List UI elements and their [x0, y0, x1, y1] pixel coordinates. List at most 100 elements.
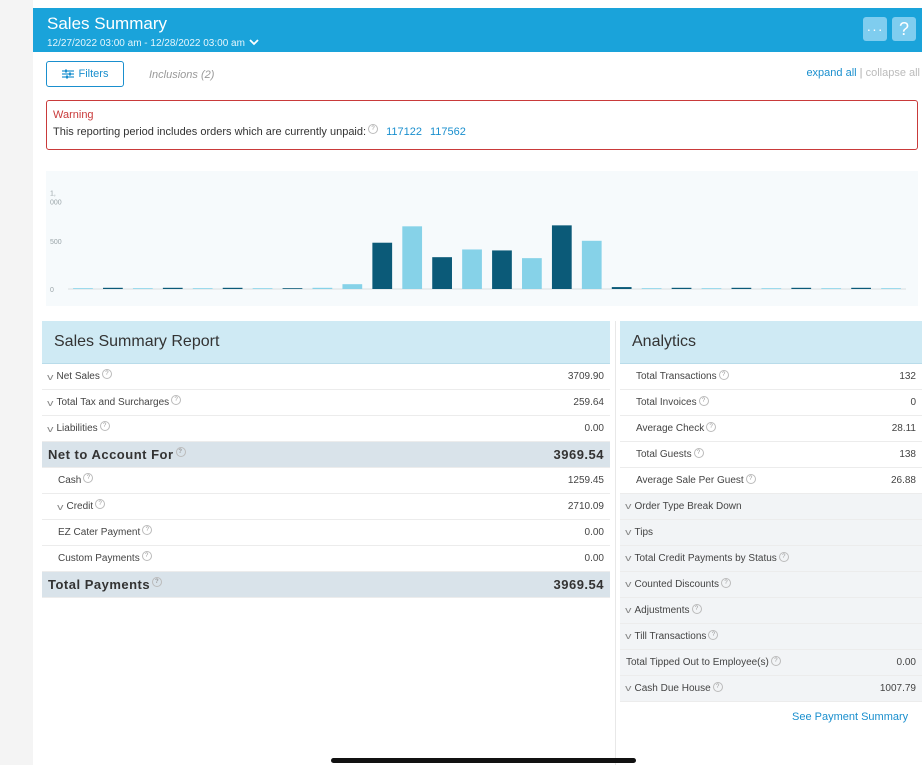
chart-bar[interactable]	[881, 288, 901, 289]
total-payments-row: Total Payments? 3969.54	[42, 572, 610, 598]
row-value: 0.00	[584, 553, 604, 564]
chart-bar[interactable]	[851, 287, 871, 289]
chart-bar[interactable]	[492, 250, 512, 289]
more-dots-icon: ···	[866, 21, 884, 37]
row-label: Order Type Break Down	[634, 501, 742, 512]
row-value: 2710.09	[567, 501, 604, 512]
analytics-expandables: v Order Type Break Down v Tips v Total Cred…	[620, 494, 922, 702]
adjustments-row[interactable]: v Adjustments?	[620, 598, 922, 624]
expand-all-link[interactable]: expand all	[806, 67, 856, 79]
total-tax-row[interactable]: v Total Tax and Surcharges? 259.64	[42, 390, 610, 416]
sliders-icon	[61, 69, 74, 79]
sales-summary-report: Sales Summary Report v Net Sales? 3709.90…	[42, 321, 610, 598]
collapse-all-link[interactable]: collapse all	[866, 67, 920, 79]
see-payment-summary-link[interactable]: See Payment Summary	[792, 711, 908, 723]
chart-bar[interactable]	[252, 288, 273, 289]
row-value: 0.00	[584, 423, 604, 434]
order-type-breakdown-row[interactable]: v Order Type Break Down	[620, 494, 922, 520]
help-circle-icon[interactable]: ?	[712, 681, 723, 692]
chart-bar[interactable]	[462, 249, 482, 289]
analytics-header: Analytics	[620, 321, 922, 364]
cash-due-house-row[interactable]: v Cash Due House? 1007.79	[620, 676, 922, 702]
help-circle-icon[interactable]: ?	[745, 473, 756, 484]
chart-bar[interactable]	[821, 288, 842, 289]
row-label: Total Tax and Surcharges	[56, 397, 170, 408]
help-button[interactable]: ?	[892, 17, 916, 41]
chevron-down-icon	[249, 38, 259, 49]
chart-bar[interactable]	[162, 287, 183, 289]
chart-bar[interactable]	[611, 287, 632, 289]
date-range-selector[interactable]: 12/27/2022 03:00 am - 12/28/2022 03:00 a…	[47, 38, 259, 49]
help-circle-icon[interactable]: ?	[706, 421, 717, 432]
credit-row[interactable]: v Credit? 2710.09	[42, 494, 610, 520]
row-label: Credit	[66, 501, 94, 512]
row-label: Net to Account For	[48, 447, 174, 462]
chart-bar[interactable]	[282, 288, 303, 289]
help-circle-icon[interactable]: ?	[152, 576, 163, 587]
help-circle-icon[interactable]: ?	[141, 550, 152, 561]
chart-bar[interactable]	[342, 284, 363, 289]
chart-bar[interactable]	[671, 287, 692, 289]
row-label: Custom Payments	[58, 553, 140, 564]
chart-bar[interactable]	[192, 288, 213, 289]
help-circle-icon[interactable]: ?	[718, 369, 729, 380]
inclusions-link[interactable]: Inclusions (2)	[149, 69, 214, 81]
chart-bar[interactable]	[103, 287, 123, 289]
liabilities-row[interactable]: v Liabilities? 0.00	[42, 416, 610, 442]
average-check-row: Average Check? 28.11	[620, 416, 922, 442]
row-value: 1259.45	[567, 475, 604, 486]
row-label: Average Sale Per Guest	[636, 474, 744, 486]
chart-bar[interactable]	[432, 257, 452, 289]
till-transactions-row[interactable]: v Till Transactions?	[620, 624, 922, 650]
chart-bar[interactable]	[791, 287, 812, 289]
help-circle-icon[interactable]: ?	[99, 420, 110, 431]
y-tick-label: 1, 000	[50, 191, 62, 207]
help-circle-icon[interactable]: ?	[770, 655, 781, 666]
home-indicator	[331, 758, 636, 763]
help-circle-icon[interactable]: ?	[708, 629, 719, 640]
help-circle-icon[interactable]: ?	[691, 603, 702, 614]
row-value: 0.00	[896, 657, 916, 668]
chart-bar[interactable]	[372, 242, 393, 289]
chart-bar[interactable]	[551, 225, 572, 289]
chart-bar[interactable]	[402, 226, 423, 289]
help-circle-icon[interactable]: ?	[83, 472, 94, 483]
unpaid-order-link[interactable]: 117562	[430, 126, 466, 138]
chart-bar[interactable]	[761, 288, 782, 289]
chart-bar[interactable]	[312, 287, 333, 289]
chart-bar[interactable]	[731, 287, 752, 289]
help-circle-icon[interactable]: ?	[142, 524, 153, 535]
chart-bar[interactable]	[701, 288, 722, 289]
help-circle-icon[interactable]: ?	[721, 577, 731, 588]
more-options-button[interactable]: ···	[863, 17, 887, 41]
row-label: Counted Discounts	[634, 578, 720, 590]
chart-bar[interactable]	[222, 287, 243, 289]
unpaid-order-link[interactable]: 117122	[386, 126, 422, 138]
help-circle-icon[interactable]: ?	[693, 447, 704, 458]
help-circle-icon[interactable]: ?	[175, 446, 186, 457]
help-circle-icon[interactable]: ?	[95, 498, 106, 509]
row-value: 132	[899, 371, 916, 382]
filters-button[interactable]: Filters	[46, 61, 124, 87]
row-value: 0	[910, 397, 916, 408]
chart-bar[interactable]	[581, 240, 602, 289]
tips-row[interactable]: v Tips	[620, 520, 922, 546]
row-label: Cash Due House	[634, 682, 711, 694]
chart-bar[interactable]	[522, 258, 542, 289]
panel-divider	[615, 321, 616, 765]
chevron-down-icon: v	[625, 527, 632, 537]
help-circle-icon[interactable]: ?	[171, 394, 182, 405]
chevron-down-icon: v	[625, 501, 632, 511]
help-circle-icon[interactable]: ?	[778, 551, 789, 562]
row-label: Tips	[634, 527, 654, 538]
help-circle-icon[interactable]: ?	[101, 368, 112, 379]
help-circle-icon[interactable]: ?	[368, 124, 379, 134]
chart-bar[interactable]	[132, 288, 153, 289]
counted-discounts-row[interactable]: v Counted Discounts?	[620, 572, 922, 598]
help-circle-icon[interactable]: ?	[698, 395, 709, 406]
chart-bar[interactable]	[73, 288, 93, 289]
chart-bar[interactable]	[641, 288, 662, 289]
credit-payments-by-status-row[interactable]: v Total Credit Payments by Status?	[620, 546, 922, 572]
ez-cater-payment-row: EZ Cater Payment? 0.00	[42, 520, 610, 546]
net-sales-row[interactable]: v Net Sales? 3709.90	[42, 364, 610, 390]
